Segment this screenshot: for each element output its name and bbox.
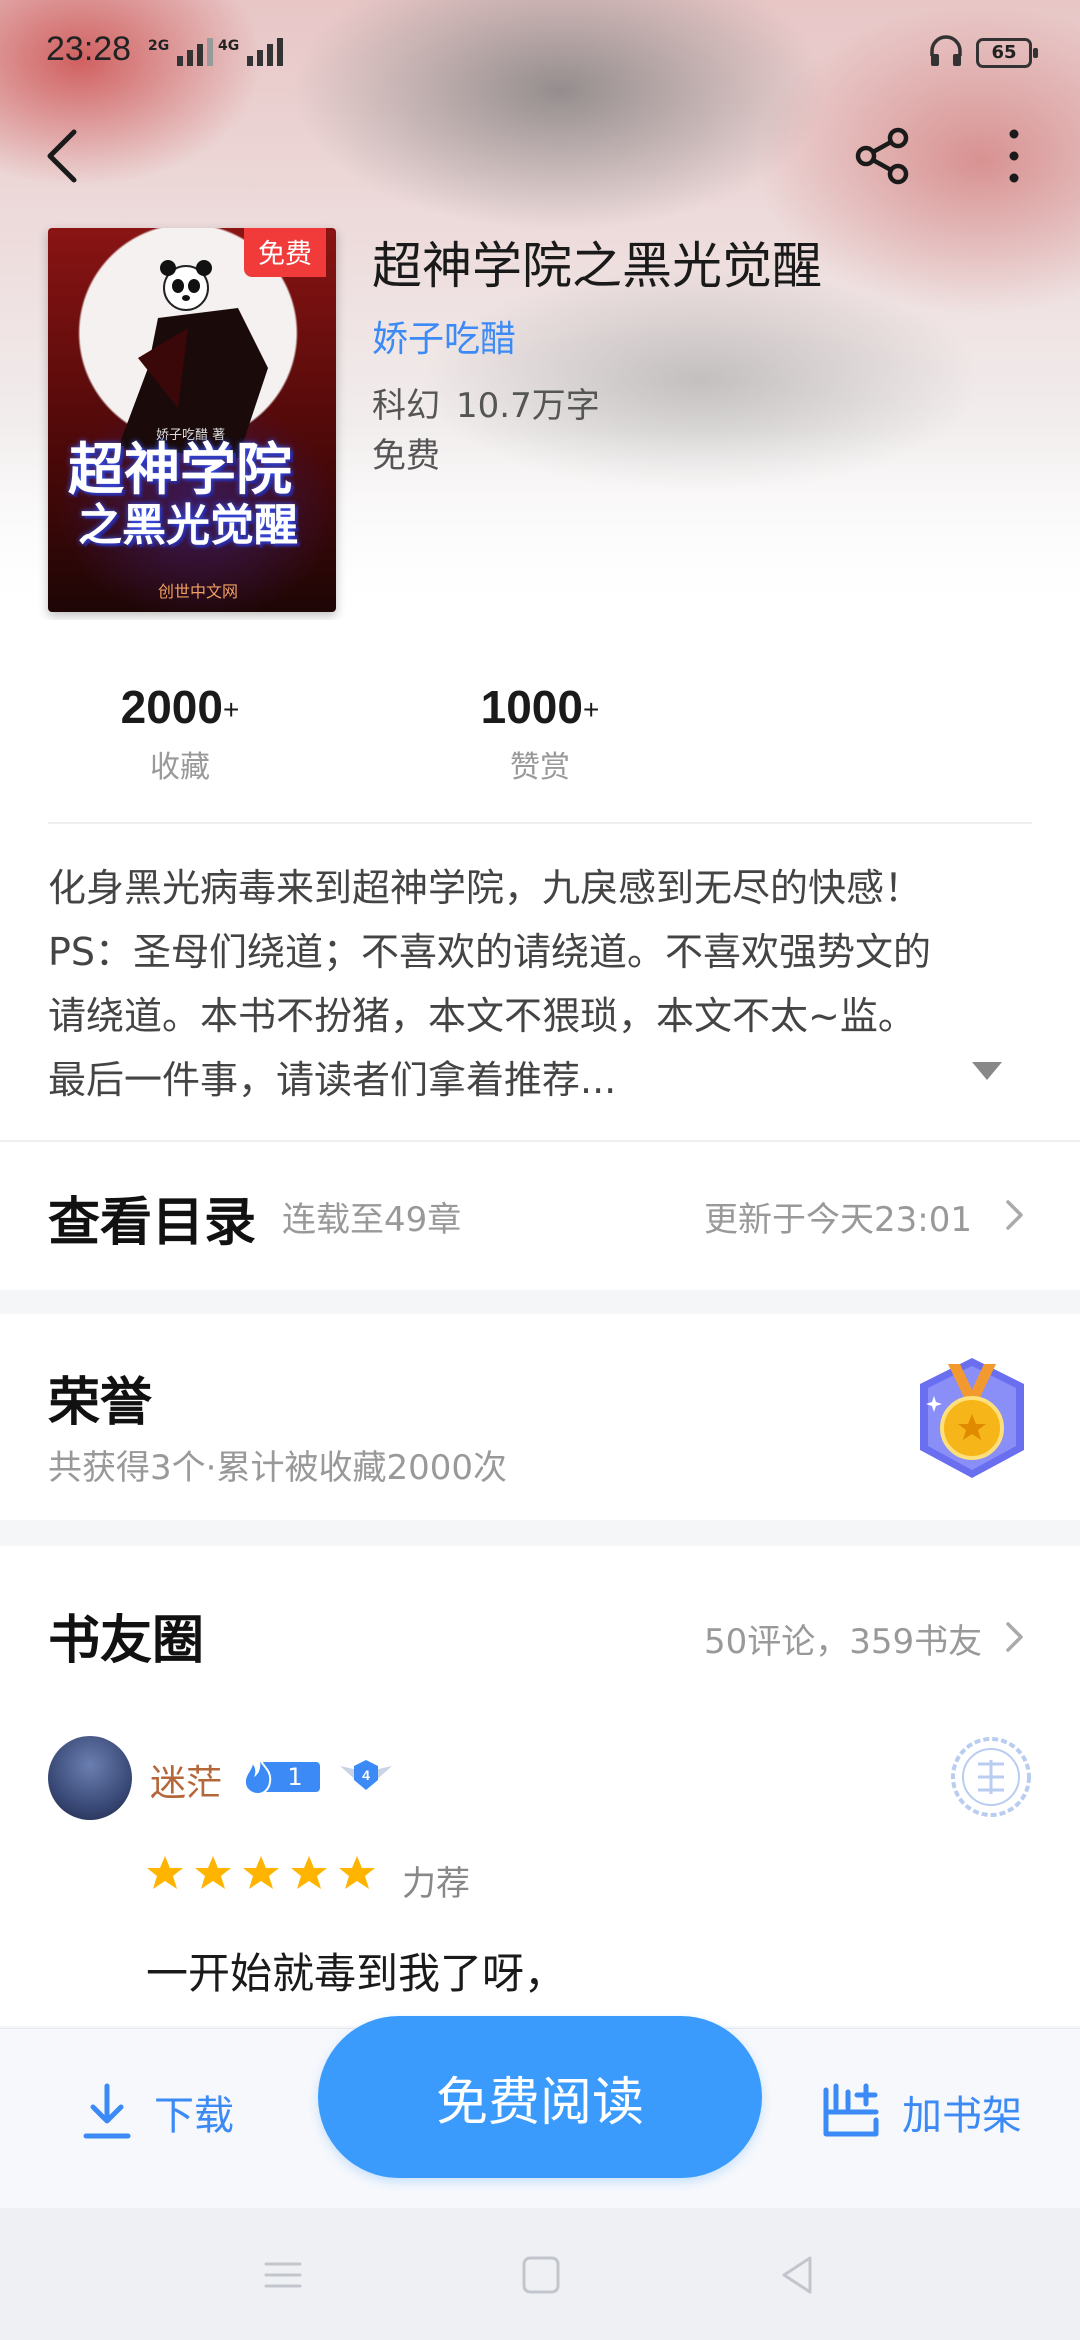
expand-triangle-icon[interactable] bbox=[970, 1060, 1004, 1082]
chevron-right-icon bbox=[1006, 1200, 1023, 1230]
cover-title: 超神学院 之黑光觉醒 bbox=[68, 437, 328, 551]
synopsis[interactable]: 化身黑光病毒来到超神学院，九戾感到无尽的快感！ PS：圣母们绕道；不喜欢的请绕道… bbox=[48, 856, 1038, 1112]
network-type-label: 2G bbox=[148, 38, 170, 54]
divider bbox=[0, 1140, 1080, 1142]
status-time: 23:28 bbox=[46, 30, 132, 68]
book-cover[interactable]: 免费 娇子吃醋 著 超神学院 之黑光觉醒 创世中文网 bbox=[48, 228, 336, 612]
divider bbox=[48, 822, 1032, 824]
book-title: 超神学院之黑光觉醒 bbox=[372, 237, 822, 295]
synopsis-line: 最后一件事，请读者们拿着推荐... bbox=[48, 1058, 617, 1102]
network-type-label: 4G bbox=[218, 38, 240, 54]
star-icon bbox=[339, 1856, 375, 1889]
circle-title: 书友圈 bbox=[48, 1610, 205, 1671]
battery-icon: 65 bbox=[976, 38, 1038, 68]
star-icon bbox=[147, 1856, 183, 1889]
cover-publisher: 创世中文网 bbox=[158, 582, 239, 601]
bookshelf-icon bbox=[823, 2083, 879, 2137]
synopsis-line: PS：圣母们绕道；不喜欢的请绕道。不喜欢强势文的 bbox=[48, 930, 932, 974]
toc-progress: 连载至49章 bbox=[282, 1200, 462, 1240]
download-label: 下载 bbox=[154, 2093, 234, 2139]
headset-icon bbox=[930, 35, 962, 66]
cover-title-line2: 之黑光觉醒 bbox=[78, 499, 298, 551]
signal-icon-4g: 4G bbox=[218, 38, 284, 66]
back-icon[interactable] bbox=[38, 122, 90, 190]
add-to-shelf-button[interactable]: 加书架 bbox=[820, 2082, 1022, 2142]
book-author-link[interactable]: 娇子吃醋 bbox=[372, 310, 516, 362]
stat-favorites: 2000+ 收藏 bbox=[60, 680, 300, 786]
synopsis-line: 请绕道。本书不扮猪，本文不猥琐，本文不太~监。 bbox=[48, 994, 916, 1038]
stat-value: 2000+ bbox=[120, 681, 240, 733]
synopsis-line: 化身黑光病毒来到超神学院，九戾感到无尽的快感！ bbox=[48, 866, 923, 910]
download-button[interactable]: 下载 bbox=[80, 2082, 234, 2142]
back-nav-icon[interactable] bbox=[772, 2250, 822, 2300]
cover-panda-illustration bbox=[160, 260, 212, 311]
honor-title: 荣誉 bbox=[48, 1372, 153, 1433]
avatar[interactable] bbox=[48, 1736, 132, 1820]
share-icon[interactable] bbox=[850, 124, 914, 188]
free-badge: 免费 bbox=[244, 228, 326, 277]
stat-value: 1000+ bbox=[480, 681, 600, 733]
flame-icon bbox=[243, 1755, 272, 1796]
menu-icon[interactable] bbox=[258, 2250, 308, 2300]
cover-title-line1: 超神学院 bbox=[68, 437, 292, 503]
book-word-count: 10.7万字 bbox=[456, 386, 600, 426]
wing-level-value: 4 bbox=[362, 1767, 370, 1783]
rating-label: 力荐 bbox=[402, 1864, 470, 1904]
free-read-button[interactable]: 免费阅读 bbox=[318, 2016, 762, 2178]
status-bar: 23:28 2G 4G 65 bbox=[0, 0, 1080, 110]
honor-summary: 共获得3个·累计被收藏2000次 bbox=[48, 1448, 507, 1488]
level-wing-badge-icon: 4 bbox=[340, 1760, 392, 1790]
download-icon bbox=[83, 2083, 131, 2139]
book-meta: 科幻 10.7万字 bbox=[372, 378, 600, 427]
star-icon bbox=[195, 1856, 231, 1889]
signal-icon-2g: 2G bbox=[148, 38, 214, 66]
circle-count: 50评论，359书友 bbox=[704, 1622, 983, 1662]
add-shelf-label: 加书架 bbox=[902, 2093, 1022, 2139]
rating-stars bbox=[146, 1854, 376, 1892]
stat-label: 收藏 bbox=[150, 750, 210, 785]
stat-rewards: 1000+ 赞赏 bbox=[420, 680, 660, 786]
toc-updated: 更新于今天23:01 bbox=[704, 1200, 972, 1240]
author-stamp-icon bbox=[951, 1737, 1031, 1817]
home-icon[interactable] bbox=[516, 2250, 566, 2300]
chevron-right-icon bbox=[1006, 1622, 1023, 1652]
fan-level-badge: 1 bbox=[240, 1754, 320, 1796]
toc-title: 查看目录 bbox=[48, 1192, 257, 1253]
more-options-icon[interactable] bbox=[998, 124, 1030, 188]
stat-label: 赞赏 bbox=[510, 750, 570, 785]
book-genre: 科幻 bbox=[372, 386, 440, 426]
comment-username[interactable]: 迷茫 bbox=[150, 1754, 222, 1806]
system-nav-bar bbox=[0, 2208, 1080, 2340]
medal-icon[interactable] bbox=[912, 1354, 1032, 1482]
book-price: 免费 bbox=[372, 436, 440, 476]
comment-text: 一开始就毒到我了呀， bbox=[146, 1949, 567, 1998]
star-icon bbox=[291, 1856, 327, 1889]
star-icon bbox=[243, 1856, 279, 1889]
